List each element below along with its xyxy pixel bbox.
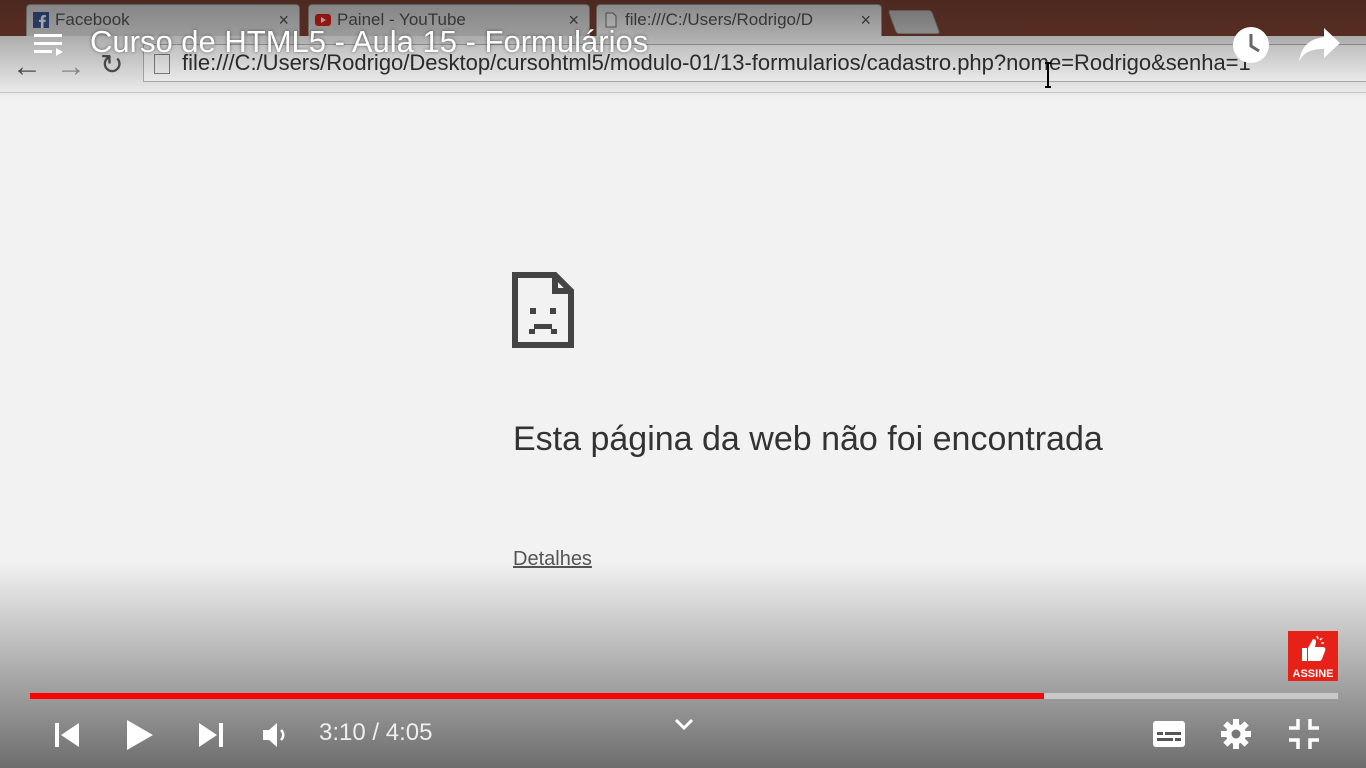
chevron-down-icon[interactable] bbox=[674, 718, 694, 732]
watch-later-icon[interactable] bbox=[1232, 26, 1270, 64]
sad-page-icon bbox=[512, 272, 574, 348]
settings-gear-icon[interactable] bbox=[1220, 718, 1252, 750]
details-link[interactable]: Detalhes bbox=[513, 548, 592, 571]
playlist-icon[interactable] bbox=[34, 32, 64, 58]
volume-icon[interactable] bbox=[262, 722, 288, 748]
error-title: Esta página da web não foi encontrada bbox=[513, 420, 1103, 458]
thumbs-up-icon bbox=[1302, 635, 1326, 661]
video-title[interactable]: Curso de HTML5 - Aula 15 - Formulários bbox=[90, 24, 648, 60]
subscribe-watermark[interactable]: ASSINE bbox=[1288, 631, 1338, 681]
previous-icon[interactable] bbox=[54, 722, 80, 748]
progress-bar[interactable] bbox=[30, 693, 1338, 699]
progress-played bbox=[30, 693, 1044, 699]
subtitles-icon[interactable] bbox=[1152, 720, 1186, 748]
share-icon[interactable] bbox=[1298, 26, 1342, 64]
exit-fullscreen-icon[interactable] bbox=[1288, 718, 1320, 750]
play-icon[interactable] bbox=[126, 719, 154, 751]
facebook-icon bbox=[33, 12, 49, 28]
subscribe-label: ASSINE bbox=[1292, 668, 1334, 680]
text-cursor-icon bbox=[1045, 62, 1051, 88]
tab-label: file:///C:/Users/Rodrigo/D bbox=[625, 10, 813, 29]
next-icon[interactable] bbox=[198, 722, 224, 748]
time-display: 3:10 / 4:05 bbox=[319, 719, 433, 746]
close-tab-icon[interactable]: × bbox=[860, 5, 871, 35]
new-tab-button[interactable] bbox=[887, 10, 941, 34]
